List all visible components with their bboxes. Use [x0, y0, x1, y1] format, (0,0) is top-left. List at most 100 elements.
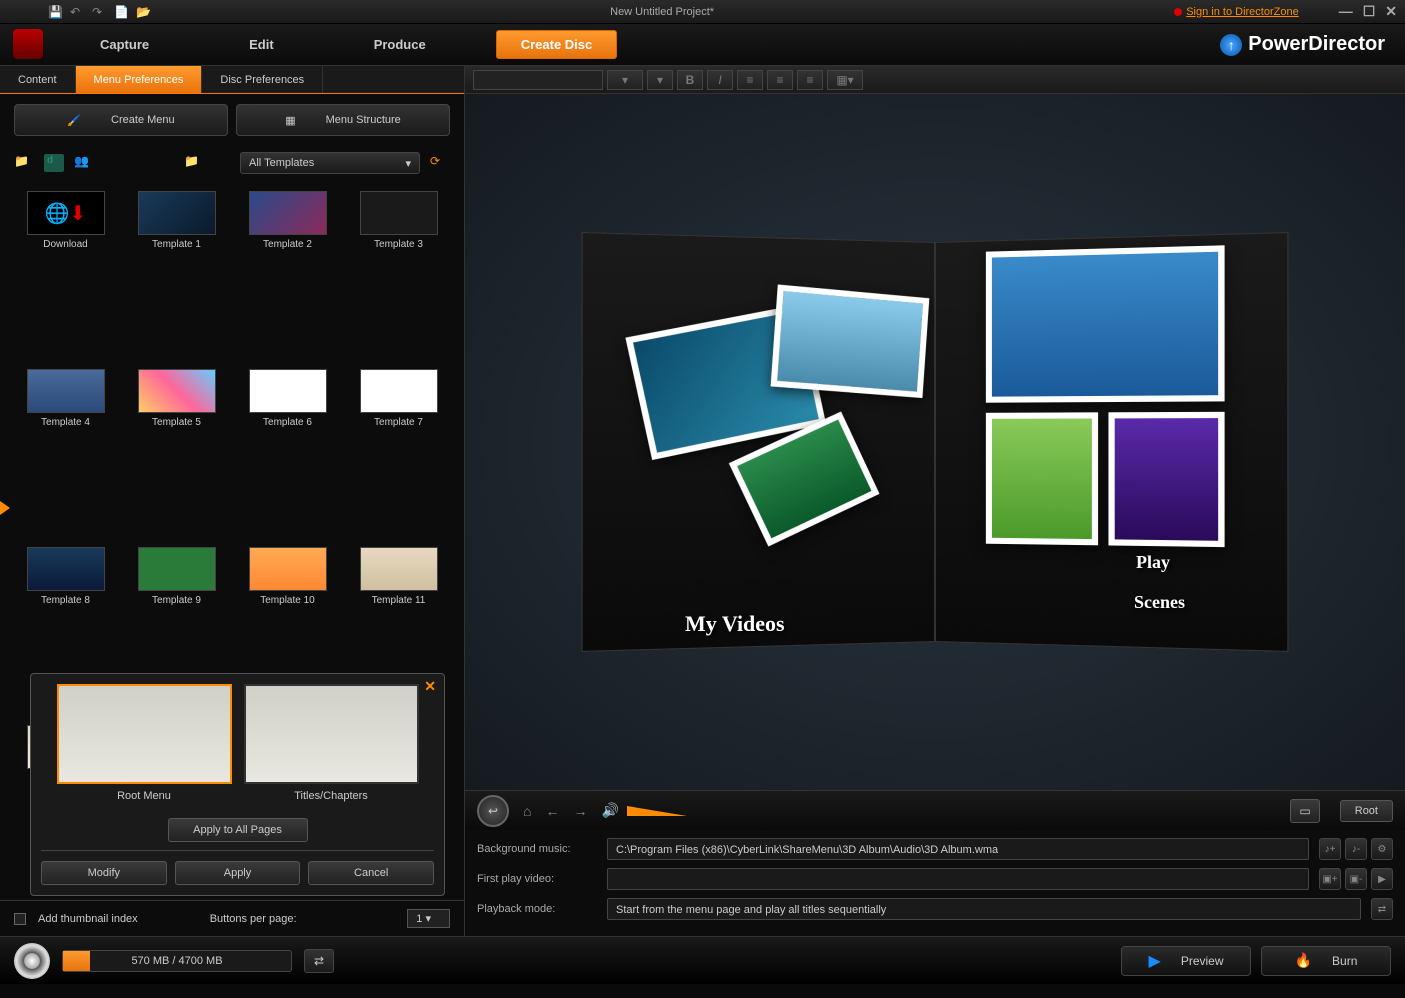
- root-menu-thumb[interactable]: [57, 684, 232, 784]
- flame-icon: 🔥: [1295, 952, 1312, 969]
- titles-chapters-thumb[interactable]: [244, 684, 419, 784]
- next-icon[interactable]: →: [573, 803, 587, 819]
- tab-edit[interactable]: Edit: [199, 24, 324, 66]
- capacity-text: 570 MB / 4700 MB: [131, 955, 222, 967]
- preview-video-icon[interactable]: ▶: [1371, 868, 1393, 890]
- display-mode-button[interactable]: ▭: [1290, 799, 1319, 823]
- directorzone-icon[interactable]: d: [44, 154, 64, 172]
- template-item[interactable]: Template 5: [125, 366, 228, 536]
- playback-mode-label: Playback mode:: [477, 903, 597, 915]
- root-button[interactable]: Root: [1340, 800, 1393, 822]
- preview-photo: [771, 284, 930, 398]
- titles-chapters-label: Titles/Chapters: [294, 790, 368, 802]
- align-right-button[interactable]: ≡: [797, 70, 823, 90]
- app-logo-icon: [13, 29, 43, 59]
- bg-music-field[interactable]: C:\Program Files (x86)\CyberLink\ShareMe…: [607, 838, 1309, 860]
- subtab-menu-preferences[interactable]: Menu Preferences: [76, 66, 203, 93]
- undo-icon[interactable]: ↶: [70, 5, 84, 19]
- first-play-field[interactable]: [607, 868, 1309, 890]
- window-title: New Untitled Project*: [150, 6, 1174, 18]
- template-item[interactable]: Template 1: [125, 188, 228, 358]
- quick-toolbar: 💾 ↶ ↷ 📄 📂: [48, 5, 150, 19]
- save-icon[interactable]: 💾: [48, 5, 62, 19]
- align-left-button[interactable]: ≡: [737, 70, 763, 90]
- font-size-select[interactable]: ▾: [607, 70, 643, 90]
- menu-title-text[interactable]: My Videos: [685, 611, 785, 637]
- buttons-per-page-label: Buttons per page:: [210, 913, 297, 925]
- playback-mode-field[interactable]: Start from the menu page and play all ti…: [607, 898, 1361, 920]
- template-apply-popup: ✕ Root Menu Titles/Chapters Apply to All…: [30, 673, 445, 896]
- bold-button[interactable]: B: [677, 70, 703, 90]
- preview-photo: [986, 412, 1098, 545]
- signin-link[interactable]: Sign in to DirectorZone: [1174, 6, 1299, 18]
- menu-scenes-button[interactable]: Scenes: [1134, 592, 1185, 613]
- new-icon[interactable]: 📄: [114, 5, 128, 19]
- open-icon[interactable]: 📂: [136, 5, 150, 19]
- add-thumbnail-index-label: Add thumbnail index: [38, 913, 138, 925]
- align-center-button[interactable]: ≡: [767, 70, 793, 90]
- home-icon[interactable]: ⌂: [523, 803, 531, 819]
- font-color-button[interactable]: ▾: [647, 70, 673, 90]
- burn-button[interactable]: 🔥Burn: [1261, 946, 1391, 976]
- capacity-bar: 570 MB / 4700 MB: [62, 950, 292, 972]
- menu-preview: My Videos Play Scenes: [465, 94, 1405, 790]
- maximize-icon[interactable]: ☐: [1363, 3, 1376, 20]
- disc-icon: [14, 943, 50, 979]
- remove-music-icon[interactable]: ♪-: [1345, 838, 1367, 860]
- more-options-button[interactable]: ▦▾: [827, 70, 863, 90]
- template-item[interactable]: Template 6: [236, 366, 339, 536]
- buttons-per-page-select[interactable]: 1 ▾: [407, 909, 450, 928]
- modify-button[interactable]: Modify: [41, 861, 167, 885]
- swap-button[interactable]: ⇄: [304, 949, 334, 973]
- volume-slider[interactable]: [627, 806, 687, 816]
- folder-settings-icon[interactable]: 📁: [184, 154, 204, 172]
- playback-mode-menu-icon[interactable]: ⇄: [1371, 898, 1393, 920]
- tab-produce[interactable]: Produce: [324, 24, 476, 66]
- structure-icon: ▦: [285, 114, 295, 127]
- subtab-content[interactable]: Content: [0, 66, 76, 93]
- paint-icon: 🖌️: [67, 114, 81, 127]
- template-item[interactable]: Template 7: [347, 366, 450, 536]
- preview-photo: [986, 245, 1225, 402]
- add-video-icon[interactable]: ▣+: [1319, 868, 1341, 890]
- music-settings-icon[interactable]: ⚙: [1371, 838, 1393, 860]
- add-thumbnail-index-checkbox[interactable]: [14, 913, 26, 925]
- prev-icon[interactable]: ←: [545, 803, 559, 819]
- italic-button[interactable]: I: [707, 70, 733, 90]
- create-menu-button[interactable]: 🖌️Create Menu: [14, 104, 228, 136]
- minimize-icon[interactable]: —: [1339, 3, 1353, 20]
- menu-structure-button[interactable]: ▦Menu Structure: [236, 104, 450, 136]
- play-icon: ▶: [1149, 951, 1161, 971]
- template-item[interactable]: Template 4: [14, 366, 117, 536]
- subtab-disc-preferences[interactable]: Disc Preferences: [202, 66, 323, 93]
- remove-video-icon[interactable]: ▣-: [1345, 868, 1367, 890]
- apply-all-pages-button[interactable]: Apply to All Pages: [168, 818, 308, 842]
- bg-music-label: Background music:: [477, 843, 597, 855]
- folder-download-icon[interactable]: 📁: [14, 154, 34, 172]
- close-icon[interactable]: ✕: [1385, 3, 1397, 20]
- tab-capture[interactable]: Capture: [50, 24, 199, 66]
- root-menu-label: Root Menu: [117, 790, 171, 802]
- preview-button[interactable]: ▶Preview: [1121, 946, 1251, 976]
- add-music-icon[interactable]: ♪+: [1319, 838, 1341, 860]
- create-disc-button[interactable]: Create Disc: [496, 30, 618, 59]
- cancel-button[interactable]: Cancel: [308, 861, 434, 885]
- volume-icon[interactable]: 🔊: [601, 802, 618, 819]
- refresh-icon[interactable]: ⟳: [430, 154, 450, 172]
- template-item[interactable]: Template 3: [347, 188, 450, 358]
- popup-close-icon[interactable]: ✕: [424, 678, 436, 695]
- play-button[interactable]: ↩: [477, 795, 509, 827]
- template-item[interactable]: 🌐⬇Download: [14, 188, 117, 358]
- preview-photo: [1108, 412, 1224, 547]
- community-icon[interactable]: 👥: [74, 154, 94, 172]
- brand-label: ↑ PowerDirector: [1220, 33, 1385, 56]
- brand-icon: ↑: [1220, 34, 1242, 56]
- font-select[interactable]: [473, 70, 603, 90]
- status-dot-icon: [1174, 8, 1182, 16]
- templates-filter-dropdown[interactable]: All Templates: [240, 152, 420, 174]
- menu-play-button[interactable]: Play: [1136, 552, 1170, 573]
- first-play-label: First play video:: [477, 873, 597, 885]
- template-item[interactable]: Template 2: [236, 188, 339, 358]
- apply-button[interactable]: Apply: [175, 861, 301, 885]
- redo-icon[interactable]: ↷: [92, 5, 106, 19]
